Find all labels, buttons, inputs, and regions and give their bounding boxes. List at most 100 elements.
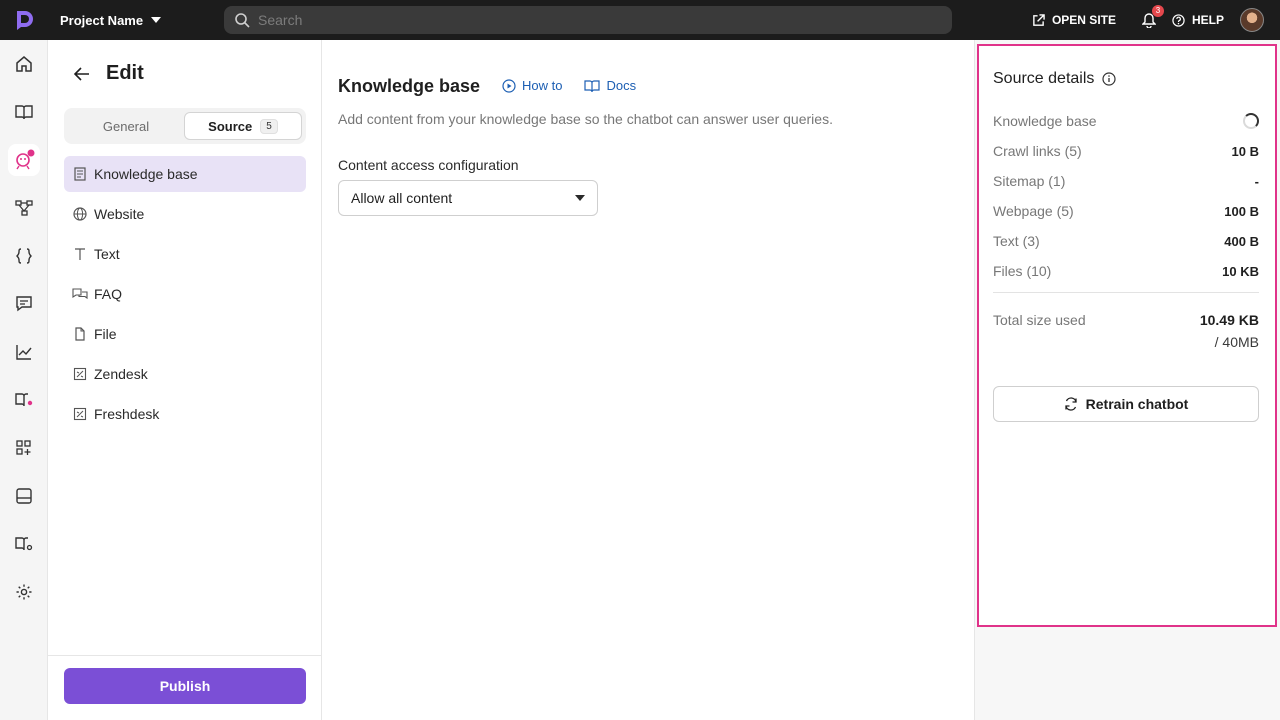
source-details-heading: Source details [993, 70, 1095, 87]
tab-general[interactable]: General [68, 112, 184, 140]
rail-chatbot[interactable] [8, 144, 40, 176]
publish-footer: Publish [48, 655, 321, 720]
nav-item-knowledge-base[interactable]: Knowledge base [64, 156, 306, 192]
flow-icon [15, 200, 33, 216]
zendesk-icon [72, 366, 88, 382]
detail-label: Text (3) [993, 233, 1040, 249]
publish-button[interactable]: Publish [64, 668, 306, 704]
arrow-left-icon[interactable] [72, 64, 92, 84]
open-site-label: OPEN SITE [1051, 13, 1116, 27]
docs-link[interactable]: Docs [584, 78, 636, 93]
help-circle-icon [1172, 13, 1185, 27]
nav-item-label: Knowledge base [94, 166, 198, 182]
apps-grid-icon [16, 440, 31, 455]
rail-settings[interactable] [12, 580, 36, 604]
text-icon [72, 246, 88, 262]
chevron-down-icon [151, 17, 162, 23]
tab-source-count: 5 [260, 118, 278, 134]
book-gear-icon [15, 537, 33, 551]
play-circle-icon [502, 78, 516, 93]
top-actions: OPEN SITE 3 HELP [1032, 0, 1264, 40]
open-site-link[interactable]: OPEN SITE [1032, 13, 1116, 27]
rail-book-settings[interactable] [12, 532, 36, 556]
content-access-label: Content access configuration [338, 157, 519, 173]
nav-item-file[interactable]: File [64, 316, 306, 352]
loading-spinner-icon [1243, 113, 1259, 129]
info-icon[interactable] [1102, 72, 1116, 86]
tab-source-label: Source [208, 118, 253, 134]
nav-item-text[interactable]: Text [64, 236, 306, 272]
rail-book-ai[interactable] [12, 388, 36, 412]
source-nav: Knowledge base Website Text FAQ File Zen… [64, 156, 306, 436]
search-bar[interactable] [224, 6, 952, 34]
detail-label: Files (10) [993, 263, 1052, 279]
nav-item-label: Text [94, 246, 120, 262]
retrain-chatbot-button[interactable]: Retrain chatbot [993, 386, 1259, 422]
rail-conversations[interactable] [12, 292, 36, 316]
divider [993, 292, 1259, 293]
book-page-icon [72, 166, 88, 182]
gear-icon [16, 584, 32, 600]
nav-item-label: Website [94, 206, 145, 222]
page-title: Knowledge base [338, 76, 481, 96]
braces-icon [16, 248, 32, 264]
left-rail [0, 40, 48, 720]
edit-panel: Edit General Source 5 Knowledge base Web… [48, 40, 322, 720]
search-icon [235, 13, 250, 28]
main-content: Knowledge base How to Docs Add content f… [322, 40, 974, 720]
detail-label: Sitemap (1) [993, 173, 1066, 189]
refresh-icon [1065, 397, 1077, 411]
home-icon [16, 56, 32, 72]
notifications-button[interactable]: 3 [1141, 4, 1164, 28]
nav-item-freshdesk[interactable]: Freshdesk [64, 396, 306, 432]
content-access-select[interactable]: Allow all content [338, 180, 598, 216]
how-to-link[interactable]: How to [502, 78, 562, 93]
nav-item-zendesk[interactable]: Zendesk [64, 356, 306, 392]
project-name: Project Name [60, 12, 144, 28]
detail-row-files: Files (10) 10 KB [993, 256, 1259, 286]
detail-value: 400 B [1224, 233, 1259, 249]
detail-row-sitemap: Sitemap (1) - [993, 166, 1259, 196]
edit-header: Edit [72, 62, 144, 85]
tab-source[interactable]: Source 5 [184, 112, 302, 140]
nav-item-label: FAQ [94, 286, 123, 302]
nav-item-website[interactable]: Website [64, 196, 306, 232]
detail-row-knowledge-base: Knowledge base [993, 106, 1259, 136]
rail-home[interactable] [12, 52, 36, 76]
detail-label: Crawl links (5) [993, 143, 1082, 159]
external-link-icon [1033, 13, 1045, 26]
avatar[interactable] [1240, 8, 1264, 32]
project-selector[interactable]: Project Name [60, 12, 162, 28]
rail-code[interactable] [12, 244, 36, 268]
total-size-value: 10.49 KB [1199, 312, 1259, 328]
how-to-label: How to [522, 78, 563, 93]
nav-item-faq[interactable]: FAQ [64, 276, 306, 312]
nav-item-label: Zendesk [94, 366, 148, 382]
page-description: Add content from your knowledge base so … [338, 111, 833, 127]
nav-item-label: Freshdesk [94, 406, 160, 422]
rail-analytics[interactable] [12, 340, 36, 364]
detail-value: 10 KB [1222, 263, 1259, 279]
rail-apps[interactable] [12, 436, 36, 460]
layout-icon [16, 488, 32, 504]
logo-icon [17, 11, 33, 30]
rail-layout[interactable] [12, 484, 36, 508]
message-icon [16, 296, 32, 312]
content-access-value: Allow all content [351, 190, 453, 206]
app-logo[interactable] [0, 0, 48, 40]
rail-knowledge[interactable] [12, 100, 36, 124]
help-link[interactable]: HELP [1172, 13, 1224, 27]
docs-label: Docs [606, 78, 637, 93]
total-size-label: Total size used [993, 312, 1086, 328]
top-bar: Project Name OPEN SITE 3 [0, 0, 1280, 40]
edit-tabs: General Source 5 [64, 108, 306, 144]
notifications-badge: 3 [1151, 4, 1164, 17]
detail-row-text: Text (3) 400 B [993, 226, 1259, 256]
book-sparkle-icon [15, 393, 33, 407]
freshdesk-icon [72, 406, 88, 422]
search-input[interactable] [258, 12, 938, 28]
help-label: HELP [1191, 13, 1224, 27]
chart-line-icon [16, 345, 32, 360]
rail-workflows[interactable] [12, 196, 36, 220]
detail-label: Knowledge base [993, 113, 1097, 129]
